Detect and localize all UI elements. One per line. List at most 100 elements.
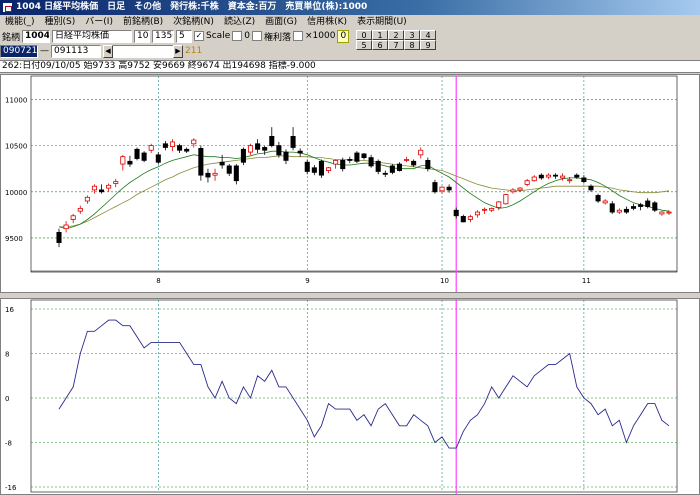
candle-body	[531, 176, 537, 182]
toolbar-row-1: 銘柄 1004 日経平均株価 10 1350 5 ✓ Scale 0 権利落 ×…	[0, 29, 350, 43]
zero-badge: 0	[337, 29, 350, 43]
candle-body	[205, 172, 211, 178]
candle-body	[389, 165, 395, 173]
zero-label: 0	[244, 31, 250, 41]
candle-body	[276, 145, 282, 156]
key-0[interactable]: 0	[356, 30, 372, 40]
key-4[interactable]: 4	[420, 30, 436, 40]
menu-next-stock[interactable]: 次銘柄(N)	[168, 15, 219, 29]
x1000-checkbox[interactable]	[292, 31, 303, 41]
candle-body	[70, 215, 76, 220]
menu-display-period[interactable]: 表示期間(U)	[352, 15, 412, 29]
menu-load[interactable]: 読込(Z)	[219, 15, 260, 29]
candle-body	[595, 195, 601, 202]
candle-body	[304, 161, 310, 172]
candle-body	[155, 154, 161, 163]
scale-label: Scale	[206, 31, 231, 41]
candle-body	[297, 150, 303, 154]
candle-body	[198, 147, 204, 176]
candle-body	[538, 174, 544, 179]
candle-body	[616, 209, 622, 213]
indicator-y-tick-label: 8	[5, 351, 9, 359]
candle-body	[247, 145, 254, 153]
start-date-input[interactable]: 090721	[0, 44, 38, 58]
candle-body	[311, 167, 317, 173]
candle-body	[113, 181, 119, 184]
menu-prev-stock[interactable]: 前銘柄(B)	[118, 15, 168, 29]
indicator-y-tick-label: 0	[5, 395, 9, 403]
price-chart[interactable]: 11000 10500 10000 9500 8 9 10 11	[1, 75, 699, 292]
menu-credit[interactable]: 信用株(K)	[302, 15, 352, 29]
candle-body	[460, 216, 466, 223]
menu-function[interactable]: 機能(_)	[0, 15, 40, 29]
candle-body	[432, 182, 438, 193]
candle-body	[56, 231, 62, 243]
scroll-track[interactable]	[113, 44, 173, 58]
menu-bar: 機能(_) 種別(S) バー(I) 前銘柄(B) 次銘柄(N) 読込(Z) 画面…	[0, 15, 700, 29]
param2-input[interactable]: 1350	[152, 29, 175, 43]
candle-body	[84, 196, 90, 202]
candle-body	[255, 143, 261, 150]
candle-body	[581, 177, 587, 183]
candle-body	[226, 165, 232, 174]
menu-screen[interactable]: 画面(G)	[260, 15, 302, 29]
candle-body	[524, 180, 530, 185]
candle-body	[588, 185, 594, 191]
price-x-tick-label: 8	[156, 277, 160, 285]
menu-bar-settings[interactable]: バー(I)	[80, 15, 118, 29]
indicator-chart[interactable]: 16 8 0 -8 -16	[1, 299, 699, 494]
key-2[interactable]: 2	[388, 30, 404, 40]
candle-body	[318, 160, 324, 176]
candle-body	[396, 163, 402, 171]
candle-body	[63, 224, 69, 230]
key-5[interactable]: 5	[356, 40, 372, 50]
candle-body	[162, 143, 168, 148]
price-y-tick-label: 10000	[5, 189, 27, 197]
stock-code-input[interactable]: 1004	[22, 29, 51, 43]
candle-body	[240, 148, 246, 163]
indicator-y-tick-label: -16	[5, 484, 17, 492]
window-titlebar: 1004 日経平均株価 日足 その他 発行株:千株 資本金:百万 売買単位(株)…	[0, 0, 700, 15]
candle-body	[141, 152, 147, 161]
key-9[interactable]: 9	[420, 40, 436, 50]
key-7[interactable]: 7	[388, 40, 404, 50]
end-date-input[interactable]: 091113	[51, 44, 101, 58]
candle-body	[283, 151, 289, 161]
zero-checkbox[interactable]	[232, 31, 243, 41]
candle-body	[645, 200, 651, 207]
candle-body	[489, 207, 495, 211]
key-1[interactable]: 1	[372, 30, 388, 40]
data-info-text: 262:日付09/10/05 始9733 高9752 安9669 終9674 出…	[2, 61, 316, 71]
stock-name-input[interactable]: 日経平均株価	[52, 29, 133, 43]
param1-input[interactable]: 10	[134, 29, 151, 43]
candle-body	[354, 152, 360, 162]
scale-checkbox[interactable]: ✓	[194, 31, 205, 41]
key-3[interactable]: 3	[404, 30, 420, 40]
candle-body	[212, 172, 218, 176]
indicator-chart-panel[interactable]: 16 8 0 -8 -16	[0, 298, 700, 495]
scroll-right-icon[interactable]: ▶	[173, 44, 183, 58]
price-chart-panel[interactable]: 11000 10500 10000 9500 8 9 10 11	[0, 74, 700, 293]
candle-body	[262, 147, 268, 151]
candle-body	[503, 194, 509, 205]
credit-checkbox[interactable]	[251, 31, 262, 41]
candle-body	[517, 187, 523, 191]
menu-type[interactable]: 種別(S)	[40, 15, 81, 29]
candle-body	[467, 216, 473, 220]
candle-body	[567, 179, 573, 182]
candle-body	[326, 167, 332, 171]
period-scrollbar[interactable]: ◀ ▶	[103, 44, 183, 58]
candle-body	[120, 156, 126, 165]
candle-body	[184, 148, 190, 152]
candle-body	[510, 189, 516, 193]
candle-body	[77, 207, 83, 212]
scroll-left-icon[interactable]: ◀	[103, 44, 113, 58]
key-8[interactable]: 8	[404, 40, 420, 50]
candle-body	[219, 161, 225, 166]
candle-body	[623, 208, 629, 213]
candle-body	[91, 185, 97, 191]
param3-input[interactable]: 5	[176, 29, 193, 43]
key-6[interactable]: 6	[372, 40, 388, 50]
toolbar-row-2: 090721 — 091113 ◀ ▶ 211	[0, 44, 202, 58]
candle-body	[659, 211, 665, 215]
